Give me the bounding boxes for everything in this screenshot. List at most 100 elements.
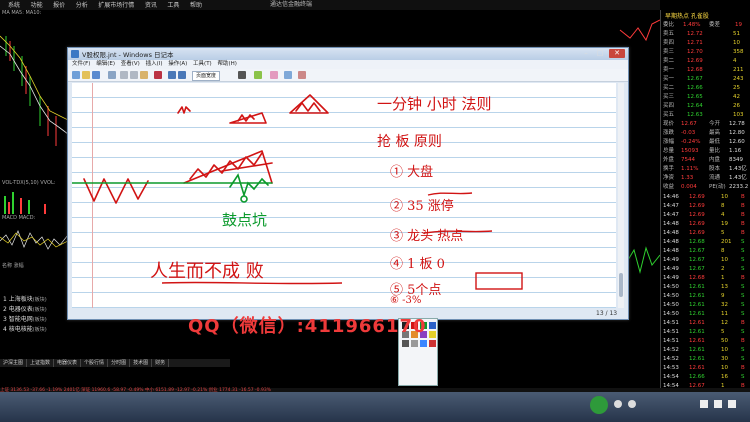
maximize-button[interactable]: □ bbox=[594, 49, 606, 58]
pen-yellow-icon[interactable] bbox=[429, 331, 436, 338]
app-icon[interactable] bbox=[590, 396, 608, 414]
tick-row: 14:52 12.61 30 S bbox=[663, 355, 749, 363]
quote-cell: 12.61 bbox=[689, 302, 705, 308]
quote-cell: S bbox=[741, 329, 745, 335]
menu-help-journal[interactable]: 帮助(H) bbox=[217, 60, 236, 69]
sector-row[interactable]: 3 智能电网(板块) bbox=[3, 314, 47, 323]
eraser-tool-icon[interactable] bbox=[429, 340, 436, 347]
rules-header: 抢 板 原则 bbox=[377, 134, 442, 150]
ask-row: 卖四 12.71 10 bbox=[663, 39, 749, 47]
quote-cell: 103 bbox=[733, 112, 744, 118]
marker-icon[interactable] bbox=[420, 340, 427, 347]
stat-row: 现价 12.67 今开 12.78 bbox=[663, 120, 749, 128]
pen-blue-icon[interactable] bbox=[429, 322, 436, 329]
network-icon[interactable] bbox=[714, 400, 722, 408]
sector-row[interactable]: 4 核电核能(板块) bbox=[3, 324, 47, 333]
menu-view[interactable]: 查看(V) bbox=[121, 60, 140, 69]
quote-cell: 14:52 bbox=[663, 347, 679, 353]
eraser-icon[interactable] bbox=[270, 71, 278, 79]
quote-cell: 12.69 bbox=[689, 212, 705, 218]
tab-stock-quote[interactable]: 个股行情 bbox=[81, 359, 109, 367]
quote-cell: 12.72 bbox=[687, 31, 703, 37]
note-page[interactable]: 一分钟 小时 法则 抢 板 原则 ① 大盘 ② 35 涨停 ③ 龙头 热点 ④ … bbox=[72, 83, 616, 308]
vertical-scrollbar[interactable] bbox=[618, 83, 624, 308]
tab-sh-index[interactable]: 上证指数 bbox=[27, 359, 55, 367]
quote-cell: 股本 bbox=[709, 166, 721, 172]
volume-icon[interactable] bbox=[700, 400, 708, 408]
menu-file[interactable]: 文件(F) bbox=[72, 60, 90, 69]
cut-icon[interactable] bbox=[120, 71, 128, 79]
menu-tools-journal[interactable]: 工具(T) bbox=[193, 60, 212, 69]
tray-icon[interactable] bbox=[614, 400, 622, 408]
print-icon[interactable] bbox=[108, 71, 116, 79]
menu-help[interactable]: 帮助 bbox=[190, 1, 202, 11]
bottom-tabs: 沪深主图 上证指数 电器仪表 个股行情 分时图 技术图 财务 bbox=[0, 359, 230, 367]
flag-tray-icon[interactable] bbox=[728, 400, 736, 408]
quote-cell: 买五 bbox=[663, 112, 675, 118]
quote-cell: -0.24% bbox=[681, 139, 701, 145]
tick-row: 14:51 12.61 50 B bbox=[663, 337, 749, 345]
minimize-button[interactable]: – bbox=[580, 49, 592, 58]
quote-cell: 12.68 bbox=[689, 239, 705, 245]
sector-row[interactable]: 2 电器仪表(板块) bbox=[3, 304, 47, 313]
stat-row: 收益 0.004 PE(动) 2233.2 bbox=[663, 183, 749, 191]
flag-icon[interactable] bbox=[298, 71, 306, 79]
pen-icon[interactable] bbox=[238, 71, 246, 79]
quote-cell: 买四 bbox=[663, 103, 675, 109]
menu-tools[interactable]: 工具 bbox=[167, 1, 179, 11]
delete-icon[interactable] bbox=[154, 71, 162, 79]
new-note-icon[interactable] bbox=[72, 71, 80, 79]
macd-chart bbox=[0, 230, 68, 250]
tray-icon[interactable] bbox=[628, 400, 636, 408]
quote-cell: 2 bbox=[721, 266, 725, 272]
quote-cell: B bbox=[741, 194, 745, 200]
save-icon[interactable] bbox=[92, 71, 100, 79]
scrollbar-thumb[interactable] bbox=[619, 273, 623, 297]
stat-row: 净资 1.33 流通 1.43亿 bbox=[663, 174, 749, 182]
menu-ext-market[interactable]: 扩展市场行情 bbox=[98, 1, 134, 11]
lasso-select-icon[interactable] bbox=[284, 71, 292, 79]
tick-row: 14:50 12.61 9 S bbox=[663, 292, 749, 300]
page-width-select[interactable]: 页面宽度 bbox=[192, 71, 221, 81]
ask-row: 卖二 12.69 4 bbox=[663, 57, 749, 65]
menu-news[interactable]: 资讯 bbox=[145, 1, 157, 11]
tab-technical[interactable]: 技术图 bbox=[130, 359, 153, 367]
paste-icon[interactable] bbox=[140, 71, 148, 79]
highlighter-icon[interactable] bbox=[254, 71, 262, 79]
menu-actions[interactable]: 操作(A) bbox=[168, 60, 187, 69]
redo-icon[interactable] bbox=[178, 71, 186, 79]
quote-cell: 14:51 bbox=[663, 320, 679, 326]
window-titlebar[interactable]: V股权限.jnt - Windows 日记本 – □ ✕ bbox=[68, 48, 628, 60]
left-chart-panel[interactable]: MA MA5: MA10: VOL-TDX(5,10) VVOL: MACD M… bbox=[0, 10, 68, 288]
pen-thick-icon[interactable] bbox=[411, 340, 418, 347]
w-mark bbox=[177, 106, 191, 114]
quote-cell: 12.69 bbox=[689, 230, 705, 236]
journal-window[interactable]: V股权限.jnt - Windows 日记本 – □ ✕ 文件(F) 编辑(E)… bbox=[67, 47, 629, 320]
tab-main-chart[interactable]: 沪深主图 bbox=[0, 359, 28, 367]
tab-intraday[interactable]: 分时图 bbox=[108, 359, 131, 367]
quote-cell: 14:51 bbox=[663, 338, 679, 344]
open-folder-icon[interactable] bbox=[82, 71, 90, 79]
close-button[interactable]: ✕ bbox=[609, 49, 625, 58]
menu-analysis[interactable]: 分析 bbox=[76, 1, 88, 11]
undo-icon[interactable] bbox=[168, 71, 176, 79]
tick-row: 14:51 12.61 5 S bbox=[663, 328, 749, 336]
tick-row: 14:46 12.69 10 B bbox=[663, 193, 749, 201]
quote-cell: 净资 bbox=[663, 175, 675, 181]
copy-icon[interactable] bbox=[130, 71, 138, 79]
menu-insert[interactable]: 插入(I) bbox=[146, 60, 163, 69]
quote-cell: 15093 bbox=[681, 148, 699, 154]
quote-cell: 12.67 bbox=[681, 121, 697, 127]
quote-cell: 14:48 bbox=[663, 230, 679, 236]
journal-app-icon bbox=[71, 50, 79, 58]
quote-cell: 10 bbox=[721, 257, 728, 263]
quote-cell: 10 bbox=[721, 347, 728, 353]
quote-cell: S bbox=[741, 374, 745, 380]
tick-row: 14:49 12.67 2 S bbox=[663, 265, 749, 273]
sector-row[interactable]: 1 上海板块(板块) bbox=[3, 294, 47, 303]
pen-thin-icon[interactable] bbox=[402, 340, 409, 347]
tab-instruments[interactable]: 电器仪表 bbox=[54, 359, 82, 367]
menu-edit[interactable]: 编辑(E) bbox=[96, 60, 115, 69]
quote-cell: 12.63 bbox=[687, 112, 703, 118]
tab-finance[interactable]: 财务 bbox=[152, 359, 170, 367]
